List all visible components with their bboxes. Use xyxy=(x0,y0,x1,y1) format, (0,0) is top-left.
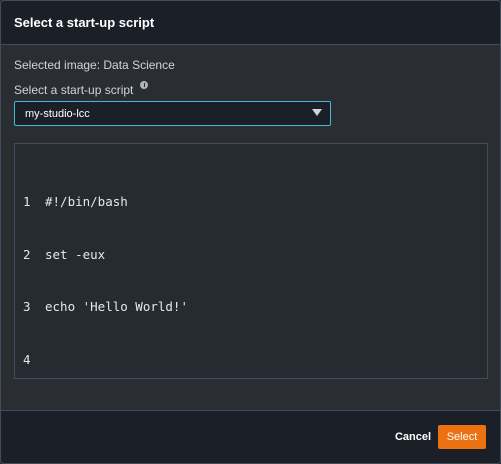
script-select-label: Select a start-up script xyxy=(14,83,134,97)
dialog-footer: Cancel Select xyxy=(1,410,500,463)
cancel-button[interactable]: Cancel xyxy=(389,425,437,449)
line-number: 1 xyxy=(23,194,31,209)
select-startup-script-dialog: Select a start-up script Selected image:… xyxy=(0,0,501,464)
code-lines: 1 #!/bin/bash 2 set -eux 3 echo 'Hello Worl… xyxy=(23,158,188,403)
line-number: 3 xyxy=(23,299,31,314)
caret-down-icon xyxy=(312,109,322,116)
code-line: 1 #!/bin/bash xyxy=(23,193,188,211)
code-line: 2 set -eux xyxy=(23,246,188,264)
line-number: 4 xyxy=(23,351,31,367)
script-select-label-row: Select a start-up script xyxy=(14,81,149,97)
code-line: 4 xyxy=(23,351,188,369)
dialog-header: Select a start-up script xyxy=(1,1,500,45)
script-preview: 1 #!/bin/bash 2 set -eux 3 echo 'Hello Worl… xyxy=(14,143,488,379)
line-number: 2 xyxy=(23,246,31,262)
code-line: 3 echo 'Hello World!' xyxy=(23,298,188,316)
selected-image-text: Selected image: Data Science xyxy=(14,58,175,72)
line-text: set -eux xyxy=(45,246,106,262)
line-text: echo 'Hello World!' xyxy=(45,299,188,314)
select-button[interactable]: Select xyxy=(438,425,486,449)
info-icon[interactable] xyxy=(140,81,149,89)
dialog-title: Select a start-up script xyxy=(14,15,155,30)
dialog-body: Selected image: Data Science Select a st… xyxy=(1,46,500,410)
startup-script-select[interactable]: my-studio-lcc xyxy=(14,101,331,126)
startup-script-select-value: my-studio-lcc xyxy=(25,108,90,120)
line-text: #!/bin/bash xyxy=(45,194,128,209)
